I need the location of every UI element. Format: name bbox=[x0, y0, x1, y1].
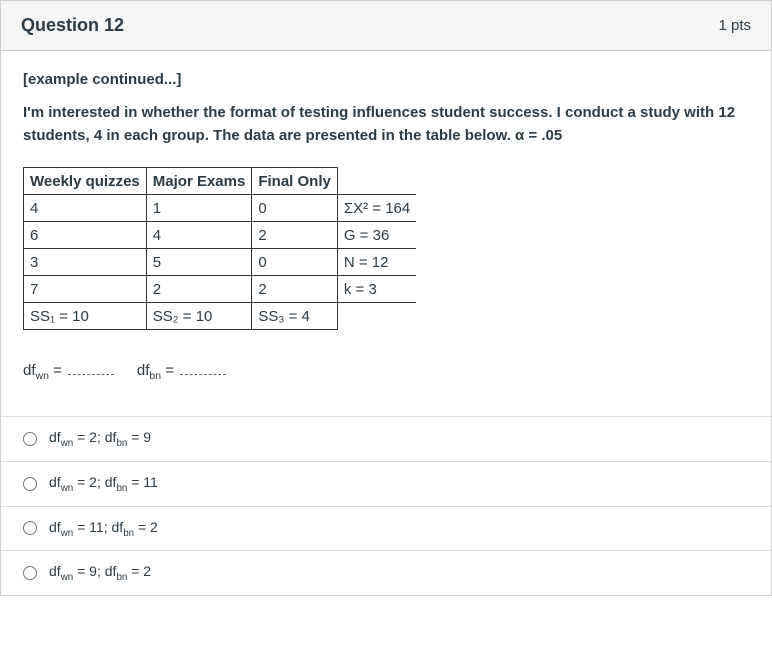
question-title: Question 12 bbox=[21, 15, 124, 36]
table-header-row: Weekly quizzes Major Exams Final Only bbox=[24, 168, 417, 195]
stat-cell: N = 12 bbox=[337, 249, 416, 276]
table-row: 7 2 2 k = 3 bbox=[24, 276, 417, 303]
table-row: 3 5 0 N = 12 bbox=[24, 249, 417, 276]
choice-text: dfwn = 2; dfbn = 9 bbox=[49, 429, 151, 449]
cell: 0 bbox=[252, 195, 338, 222]
cell: 4 bbox=[146, 222, 252, 249]
question-container: Question 12 1 pts [example continued...]… bbox=[0, 0, 772, 596]
choice-text: dfwn = 9; dfbn = 2 bbox=[49, 563, 151, 583]
stat-cell: k = 3 bbox=[337, 276, 416, 303]
cell: 2 bbox=[146, 276, 252, 303]
prompt-main: I'm interested in whether the format of … bbox=[23, 102, 749, 147]
answer-choice[interactable]: dfwn = 11; dfbn = 2 bbox=[1, 507, 771, 552]
ss-cell: SS₂ = 10 bbox=[146, 303, 252, 330]
cell: 6 bbox=[24, 222, 147, 249]
answer-choices: dfwn = 2; dfbn = 9 dfwn = 2; dfbn = 11 d… bbox=[1, 416, 771, 595]
choice-text: dfwn = 11; dfbn = 2 bbox=[49, 519, 158, 539]
blank bbox=[180, 360, 226, 375]
col-header: Major Exams bbox=[146, 168, 252, 195]
cell: 7 bbox=[24, 276, 147, 303]
radio-icon[interactable] bbox=[23, 566, 37, 580]
stat-cell: G = 36 bbox=[337, 222, 416, 249]
answer-choice[interactable]: dfwn = 2; dfbn = 9 bbox=[1, 417, 771, 462]
cell: 3 bbox=[24, 249, 147, 276]
cell: 2 bbox=[252, 222, 338, 249]
table-row: 6 4 2 G = 36 bbox=[24, 222, 417, 249]
ss-cell: SS₁ = 10 bbox=[24, 303, 147, 330]
df-label: dfbn bbox=[137, 362, 161, 379]
choice-text: dfwn = 2; dfbn = 11 bbox=[49, 474, 158, 494]
radio-icon[interactable] bbox=[23, 432, 37, 446]
cell: 1 bbox=[146, 195, 252, 222]
ss-cell: SS₃ = 4 bbox=[252, 303, 338, 330]
answer-choice[interactable]: dfwn = 2; dfbn = 11 bbox=[1, 462, 771, 507]
data-table: Weekly quizzes Major Exams Final Only 4 … bbox=[23, 167, 416, 330]
question-points: 1 pts bbox=[718, 17, 751, 34]
cell: 5 bbox=[146, 249, 252, 276]
col-header: Weekly quizzes bbox=[24, 168, 147, 195]
question-header: Question 12 1 pts bbox=[1, 1, 771, 51]
answer-choice[interactable]: dfwn = 9; dfbn = 2 bbox=[1, 551, 771, 595]
cell: 4 bbox=[24, 195, 147, 222]
table-row: 4 1 0 ΣX² = 164 bbox=[24, 195, 417, 222]
question-body: [example continued...] I'm interested in… bbox=[1, 51, 771, 416]
blank bbox=[68, 360, 114, 375]
col-header: Final Only bbox=[252, 168, 338, 195]
prompt-sub: [example continued...] bbox=[23, 71, 749, 88]
radio-icon[interactable] bbox=[23, 521, 37, 535]
radio-icon[interactable] bbox=[23, 477, 37, 491]
df-label: dfwn bbox=[23, 362, 49, 379]
ss-row: SS₁ = 10 SS₂ = 10 SS₃ = 4 bbox=[24, 303, 417, 330]
stat-cell: ΣX² = 164 bbox=[337, 195, 416, 222]
cell: 0 bbox=[252, 249, 338, 276]
cell: 2 bbox=[252, 276, 338, 303]
fill-in-prompt: dfwn = dfbn = bbox=[23, 360, 749, 382]
